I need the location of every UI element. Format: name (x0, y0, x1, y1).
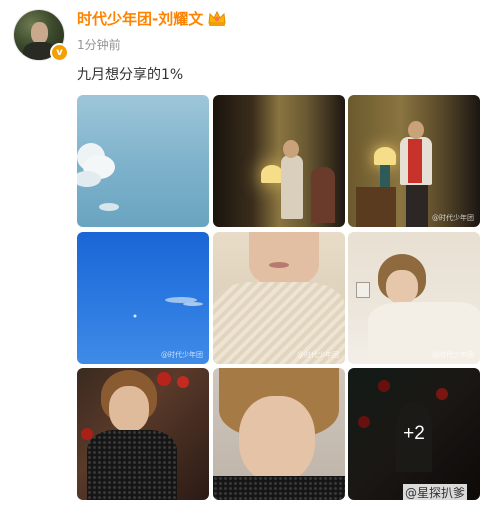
image-watermark: @时代少年团 (432, 214, 474, 222)
sweater-closeup-photo[interactable]: @时代少年团 (213, 232, 345, 364)
post-text: 九月想分享的1% (77, 67, 184, 83)
roses-sequin-photo[interactable] (77, 368, 209, 500)
sequin-jacket (213, 476, 345, 500)
lamp-base (380, 165, 390, 187)
dresser (356, 187, 396, 227)
cloud-shape (133, 297, 203, 318)
username-link[interactable]: 时代少年团-刘耀文 (77, 8, 203, 29)
person-face (386, 270, 418, 304)
image-watermark: @时代少年团 (432, 351, 474, 359)
red-shirt-photo[interactable]: @时代少年团 (348, 95, 480, 227)
rose (177, 376, 189, 388)
wall-socket (356, 282, 370, 298)
lamp-glow (261, 165, 283, 183)
dark-roses-photo[interactable]: +2 (348, 368, 480, 500)
lips (269, 262, 289, 268)
source-watermark: @星探扒爹 (403, 484, 468, 501)
person-head (283, 140, 299, 158)
rose (157, 372, 171, 386)
avatar-face (31, 22, 48, 44)
lamp-room-photo[interactable] (213, 95, 345, 227)
person-jacket (281, 155, 303, 219)
lamp-glow (374, 147, 396, 165)
person-face (239, 396, 315, 482)
person-legs (406, 185, 428, 227)
source-watermark-text: @星探扒爹 (405, 486, 466, 500)
sequin-jacket (87, 430, 177, 500)
person-face (109, 386, 149, 432)
person-head (408, 121, 424, 139)
red-shirt (408, 139, 422, 183)
selfie-closeup-photo[interactable] (213, 368, 345, 500)
chair (311, 167, 335, 223)
image-watermark: @时代少年团 (297, 351, 339, 359)
bed-portrait-photo[interactable]: @时代少年团 (348, 232, 480, 364)
crown-badge-icon (208, 10, 226, 26)
image-watermark: @时代少年团 (161, 351, 203, 359)
more-images-count[interactable]: +2 (348, 368, 480, 500)
sky-clouds-photo[interactable] (77, 95, 209, 227)
blue-sky-moon-photo[interactable]: @时代少年团 (77, 232, 209, 364)
verified-badge-icon: v (50, 43, 69, 62)
post-time[interactable]: 1分钟前 (77, 36, 121, 53)
cloud-shape (77, 143, 119, 211)
face-lower (249, 232, 319, 286)
